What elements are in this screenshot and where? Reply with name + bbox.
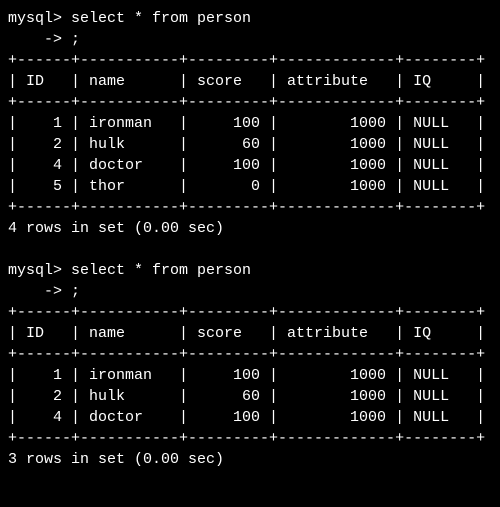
terminal-output: mysql> select * from person -> ; +------… <box>8 8 492 470</box>
